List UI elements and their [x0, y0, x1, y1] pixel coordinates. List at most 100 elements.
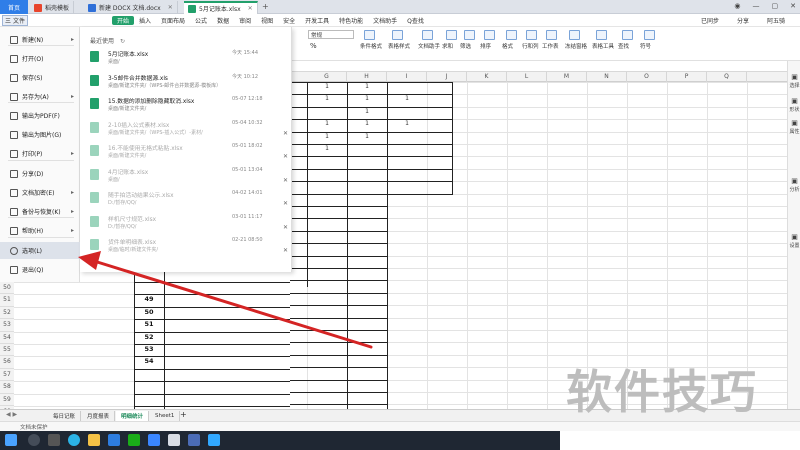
- column-header[interactable]: M: [547, 72, 587, 82]
- recent-file-item[interactable]: 3-5邮件合并数据源.xls 桌面/新建文件夹/（WPS-邮件合并数据源-模板库）…: [80, 72, 292, 94]
- toolbar-icon-10[interactable]: [596, 30, 607, 40]
- recent-file-item[interactable]: 5月记账本.xlsx 桌面/今天 15:44: [80, 48, 292, 70]
- row-header[interactable]: 54: [0, 331, 14, 344]
- cell-value[interactable]: 50: [134, 308, 164, 316]
- column-header[interactable]: Q: [707, 72, 747, 82]
- sidebar-icon-0[interactable]: ▣: [788, 73, 800, 81]
- row-header[interactable]: 55: [0, 344, 14, 357]
- lower-sheet-area[interactable]: 5051525354555657585960495051525354: [0, 272, 290, 409]
- cell-value[interactable]: 54: [134, 357, 164, 365]
- ribbon-tab-0[interactable]: 开始: [112, 15, 135, 25]
- row-header[interactable]: 59: [0, 393, 14, 406]
- row-header[interactable]: 50: [0, 282, 14, 295]
- search-icon[interactable]: [28, 434, 40, 446]
- close-icon[interactable]: ✕: [790, 2, 796, 10]
- remove-recent-icon[interactable]: ✕: [283, 153, 288, 160]
- refresh-icon[interactable]: ↻: [120, 38, 125, 45]
- column-header[interactable]: H: [347, 72, 387, 82]
- close-tab-icon[interactable]: ✕: [168, 4, 173, 11]
- toolbar-button-9[interactable]: 冻结窗格: [565, 42, 587, 50]
- toolbar-icon-12[interactable]: [644, 30, 655, 40]
- tab-home[interactable]: 首页: [0, 0, 28, 14]
- maximize-icon[interactable]: ▢: [772, 2, 779, 10]
- ribbon-tab-6[interactable]: 视图: [256, 16, 278, 25]
- remove-recent-icon[interactable]: ✕: [283, 177, 288, 184]
- file-menu-item-12[interactable]: 退出(Q): [0, 261, 80, 278]
- row-header[interactable]: 57: [0, 368, 14, 382]
- column-header[interactable]: O: [627, 72, 667, 82]
- remove-recent-icon[interactable]: ✕: [283, 247, 288, 254]
- cell-value[interactable]: 49: [134, 295, 164, 303]
- recent-file-item[interactable]: 2-10插入公式素材.xlsx 桌面/新建文件夹/（WPS-插入公式）-素材/05…: [80, 119, 292, 141]
- formula-bar[interactable]: [290, 61, 800, 72]
- file-menu-item-8[interactable]: 文档加密(E) ▸: [0, 184, 80, 201]
- file-menu-item-0[interactable]: 新建(N) ▸: [0, 31, 80, 48]
- ribbon-tab-1[interactable]: 插入: [134, 16, 156, 25]
- toolbar-button-0[interactable]: 条件格式: [360, 42, 382, 50]
- row-header[interactable]: 58: [0, 381, 14, 394]
- toolbar-button-8[interactable]: 工作表: [542, 42, 559, 50]
- column-header[interactable]: N: [587, 72, 627, 82]
- recent-file-item[interactable]: 随手拍活动结果公示.xlsx D:/暂存/QQ/04-02 14:01 ✕: [80, 189, 292, 211]
- recent-file-item[interactable]: 样机尺寸规范.xlsx D:/暂存/QQ/03-01 11:17 ✕: [80, 213, 292, 235]
- app-icon[interactable]: [148, 434, 160, 446]
- file-menu-item-4[interactable]: 输出为PDF(F): [0, 107, 80, 124]
- cell-value[interactable]: 1: [307, 120, 347, 127]
- ribbon-tab-4[interactable]: 数据: [212, 16, 234, 25]
- wps-icon[interactable]: [168, 434, 180, 446]
- row-header[interactable]: 52: [0, 306, 14, 320]
- cell-value[interactable]: 1: [347, 120, 387, 127]
- toolbar-icon-9[interactable]: [569, 30, 580, 40]
- recent-file-item[interactable]: 15.数据的添加删除隐藏取消.xlsx 桌面/新建文件夹/05-07 12:18: [80, 95, 292, 117]
- store-icon[interactable]: [108, 434, 120, 446]
- ribbon-tab-3[interactable]: 公式: [190, 16, 212, 25]
- toolbar-button-3[interactable]: 求和: [442, 42, 453, 50]
- column-header[interactable]: K: [467, 72, 507, 82]
- toolbar-icon-3[interactable]: [446, 30, 457, 40]
- tab-xlsx[interactable]: 5月记账本.xlsx ✕: [184, 1, 258, 14]
- ribbon-tab-7[interactable]: 安全: [278, 16, 300, 25]
- column-header[interactable]: L: [507, 72, 547, 82]
- app-icon-2[interactable]: [188, 434, 200, 446]
- toolbar-button-7[interactable]: 行和列: [522, 42, 539, 50]
- file-menu-item-3[interactable]: 另存为(A) ▸: [0, 88, 80, 105]
- row-header[interactable]: 51: [0, 294, 14, 307]
- toolbar-button-2[interactable]: 文档助手: [418, 42, 440, 50]
- toolbar-button-5[interactable]: 排序: [480, 42, 491, 50]
- toolbar-icon-0[interactable]: [364, 30, 375, 40]
- toolbar-icon-2[interactable]: [422, 30, 433, 40]
- avatar-icon[interactable]: ◉: [734, 2, 740, 10]
- cell-value[interactable]: 52: [134, 333, 164, 341]
- cell-value[interactable]: 1: [307, 95, 347, 102]
- add-sheet-button[interactable]: +: [180, 410, 187, 419]
- sidebar-icon-2[interactable]: ▣: [788, 119, 800, 127]
- cell-value[interactable]: 1: [387, 120, 427, 127]
- share-button[interactable]: 分享: [732, 16, 754, 25]
- task-view-icon[interactable]: [48, 434, 60, 446]
- ribbon-tab-11[interactable]: Q查找: [402, 16, 429, 25]
- number-format-select[interactable]: 常规: [308, 30, 354, 39]
- toolbar-button-1[interactable]: 表格样式: [388, 42, 410, 50]
- recent-file-item[interactable]: 16.不能使用无格式粘贴.xlsx 桌面/新建文件夹/05-01 18:02 ✕: [80, 142, 292, 164]
- toolbar-button-10[interactable]: 表格工具: [592, 42, 614, 50]
- file-menu-item-11[interactable]: 选项(L): [0, 242, 80, 259]
- sidebar-icon-1[interactable]: ▣: [788, 97, 800, 105]
- ribbon-tab-9[interactable]: 特色功能: [334, 16, 368, 25]
- ribbon-tab-10[interactable]: 文档助手: [368, 16, 402, 25]
- percent-button[interactable]: %: [310, 42, 317, 50]
- toolbar-icon-11[interactable]: [622, 30, 633, 40]
- file-menu-item-10[interactable]: 帮助(H) ▸: [0, 222, 80, 239]
- sidebar-icon-3[interactable]: ▣: [788, 177, 800, 185]
- cell-value[interactable]: 1: [307, 145, 347, 152]
- cell-value[interactable]: 1: [347, 133, 387, 140]
- sheet-tab[interactable]: Sheet1: [150, 411, 181, 421]
- file-menu-item-6[interactable]: 打印(P) ▸: [0, 145, 80, 162]
- wechat-icon[interactable]: [128, 434, 140, 446]
- column-header[interactable]: P: [667, 72, 707, 82]
- sheet-tab[interactable]: 月度报表: [82, 411, 116, 421]
- tab-doc[interactable]: 新建 DOCX 文档.docx ✕: [84, 1, 178, 14]
- remove-recent-icon[interactable]: ✕: [283, 200, 288, 207]
- toolbar-icon-8[interactable]: [546, 30, 557, 40]
- file-explorer-icon[interactable]: [88, 434, 100, 446]
- file-menu-item-9[interactable]: 备份与恢复(K) ▸: [0, 203, 80, 220]
